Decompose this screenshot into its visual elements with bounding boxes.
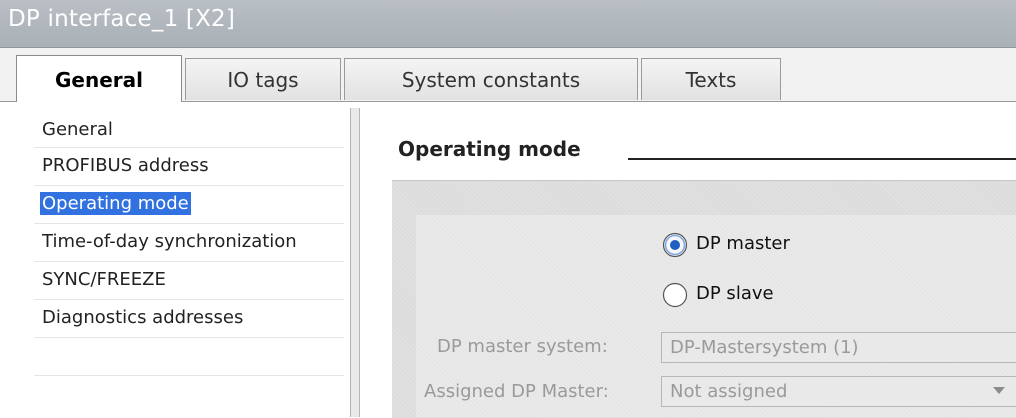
tab-system-constants[interactable]: System constants <box>344 58 638 100</box>
nav-divider <box>34 147 344 148</box>
nav-item-general[interactable]: General <box>40 118 115 141</box>
tab-texts[interactable]: Texts <box>641 58 781 100</box>
nav-divider <box>34 223 344 224</box>
assigned-dp-master-label: Assigned DP Master: <box>424 381 609 402</box>
dp-slave-label: DP slave <box>696 283 774 304</box>
tab-general[interactable]: General <box>16 55 182 102</box>
window-title: DP interface_1 [X2] <box>8 6 236 32</box>
assigned-dp-master-dropdown-button[interactable] <box>987 376 1011 405</box>
dp-master-system-field[interactable]: DP-Mastersystem (1) <box>661 332 1016 363</box>
properties-nav <box>0 102 352 417</box>
nav-divider <box>34 185 344 186</box>
nav-item-profibus-address[interactable]: PROFIBUS address <box>40 154 211 177</box>
nav-item-sync-freeze[interactable]: SYNC/FREEZE <box>40 268 168 291</box>
section-title: Operating mode <box>398 137 581 161</box>
nav-divider <box>34 337 344 338</box>
section-title-rule <box>628 158 1016 160</box>
window-titlebar: DP interface_1 [X2] <box>0 0 1016 48</box>
assigned-dp-master-select[interactable]: Not assigned <box>661 376 1016 407</box>
radio-unchecked-icon <box>662 282 688 308</box>
nav-item-operating-mode[interactable]: Operating mode <box>39 191 192 216</box>
tab-io-tags[interactable]: IO tags <box>185 58 341 100</box>
dp-master-radio[interactable] <box>662 232 688 258</box>
radio-checked-icon <box>662 232 688 258</box>
nav-divider <box>34 375 344 376</box>
nav-splitter[interactable] <box>350 108 360 417</box>
chevron-down-icon <box>993 386 1005 394</box>
dp-master-label: DP master <box>696 233 790 254</box>
nav-divider <box>34 261 344 262</box>
nav-item-time-of-day-synchronization[interactable]: Time-of-day synchronization <box>40 230 299 253</box>
nav-divider <box>34 299 344 300</box>
dp-slave-radio[interactable] <box>662 282 688 308</box>
nav-item-diagnostics-addresses[interactable]: Diagnostics addresses <box>40 306 245 329</box>
dp-master-system-label: DP master system: <box>437 336 608 357</box>
